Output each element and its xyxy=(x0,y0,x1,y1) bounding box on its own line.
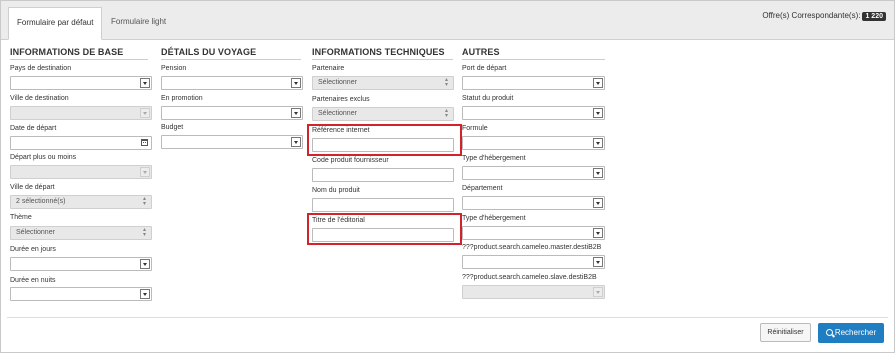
chevron-down-icon xyxy=(593,287,603,297)
slave-select[interactable] xyxy=(462,285,605,299)
type-heb1-label: Type d'hébergement xyxy=(462,155,526,162)
search-button-label: Rechercher xyxy=(834,328,877,337)
statut-label: Statut du produit xyxy=(462,95,514,102)
theme-multiselect[interactable]: Sélectionner ▴ ▾ xyxy=(10,226,152,240)
chevron-down-icon xyxy=(140,108,150,118)
nom-input[interactable] xyxy=(312,198,454,212)
ville-label: Ville de destination xyxy=(10,95,69,102)
type-heb2-label: Type d'hébergement xyxy=(462,215,526,222)
depart-plus-select[interactable] xyxy=(10,165,152,179)
highlight-titre xyxy=(307,213,462,245)
chevron-down-icon xyxy=(291,78,301,88)
theme-value: Sélectionner xyxy=(16,229,55,236)
section-title-voyage: DÉTAILS DU VOYAGE xyxy=(161,47,301,60)
code-label: Code produit fournisseur xyxy=(312,157,389,164)
offers-count: Offre(s) Correspondante(s): 1 220 xyxy=(762,11,886,21)
updown-icon: ▴ ▾ xyxy=(444,77,448,88)
code-input[interactable] xyxy=(312,168,454,182)
type-heb1-select[interactable] xyxy=(462,166,605,180)
partenaire-value: Sélectionner xyxy=(318,79,357,86)
date-label: Date de départ xyxy=(10,125,57,132)
offers-badge: 1 220 xyxy=(862,12,886,21)
chevron-down-icon xyxy=(291,108,301,118)
chevron-down-icon xyxy=(140,289,150,299)
reset-button[interactable]: Réinitialiser xyxy=(760,323,811,342)
updown-icon: ▴ ▾ xyxy=(142,227,146,238)
partenaires-exclus-label: Partenaires exclus xyxy=(312,96,370,103)
departement-select[interactable] xyxy=(462,196,605,210)
port-select[interactable] xyxy=(462,76,605,90)
chevron-down-icon xyxy=(593,257,603,267)
ville-depart-value: 2 sélectionné(s) xyxy=(16,198,66,205)
partenaires-exclus-value: Sélectionner xyxy=(318,110,357,117)
depart-plus-label: Départ plus ou moins xyxy=(10,154,77,161)
tab-formulaire-light[interactable]: Formulaire light xyxy=(103,7,174,38)
chevron-down-icon xyxy=(593,138,603,148)
duree-jours-select[interactable] xyxy=(10,257,152,271)
pension-select[interactable] xyxy=(161,76,303,90)
duree-nuits-label: Durée en nuits xyxy=(10,277,56,284)
search-icon xyxy=(825,329,833,336)
pays-select[interactable] xyxy=(10,76,152,90)
departement-label: Département xyxy=(462,185,503,192)
calendar-icon[interactable] xyxy=(141,139,148,146)
partenaire-multiselect[interactable]: Sélectionner ▴ ▾ xyxy=(312,76,454,90)
ville-depart-label: Ville de départ xyxy=(10,184,55,191)
theme-label: Thème xyxy=(10,214,32,221)
pays-label: Pays de destination xyxy=(10,65,72,72)
nom-label: Nom du produit xyxy=(312,187,360,194)
master-select[interactable] xyxy=(462,255,605,269)
section-title-autres: AUTRES xyxy=(462,47,605,60)
ville-select[interactable] xyxy=(10,106,152,120)
budget-label: Budget xyxy=(161,124,184,131)
search-button[interactable]: Rechercher xyxy=(818,323,884,343)
partenaire-label: Partenaire xyxy=(312,65,345,72)
chevron-down-icon xyxy=(291,137,301,147)
tab-formulaire-defaut[interactable]: Formulaire par défaut xyxy=(8,7,103,40)
chevron-down-icon xyxy=(593,108,603,118)
tab-bar: Formulaire par défaut Formulaire light O… xyxy=(1,1,894,40)
offers-label: Offre(s) Correspondante(s): xyxy=(762,11,861,20)
updown-icon: ▴ ▾ xyxy=(444,108,448,119)
section-title-base: INFORMATIONS DE BASE xyxy=(10,47,148,60)
chevron-down-icon xyxy=(593,168,603,178)
promotion-label: En promotion xyxy=(161,95,203,102)
partenaires-exclus-multiselect[interactable]: Sélectionner ▴ ▾ xyxy=(312,107,454,121)
chevron-down-icon xyxy=(140,259,150,269)
statut-select[interactable] xyxy=(462,106,605,120)
chevron-down-icon xyxy=(593,198,603,208)
formule-select[interactable] xyxy=(462,136,605,150)
section-title-tech: INFORMATIONS TECHNIQUES xyxy=(312,47,453,60)
chevron-down-icon xyxy=(593,228,603,238)
slave-label: ???product.search.cameleo.slave.destiB2B xyxy=(462,274,597,281)
date-input[interactable] xyxy=(10,136,152,150)
updown-icon: ▴ ▾ xyxy=(142,196,146,207)
master-label: ???product.search.cameleo.master.destiB2… xyxy=(462,244,602,251)
formule-label: Formule xyxy=(462,125,488,132)
search-form-panel: Formulaire par défaut Formulaire light O… xyxy=(0,0,895,353)
port-label: Port de départ xyxy=(462,65,507,72)
footer-divider xyxy=(7,317,888,318)
chevron-down-icon xyxy=(140,167,150,177)
chevron-down-icon xyxy=(593,78,603,88)
type-heb2-select[interactable] xyxy=(462,226,605,240)
chevron-down-icon xyxy=(140,78,150,88)
promotion-select[interactable] xyxy=(161,106,303,120)
highlight-reference xyxy=(307,124,462,156)
duree-jours-label: Durée en jours xyxy=(10,246,56,253)
ville-depart-multiselect[interactable]: 2 sélectionné(s) ▴ ▾ xyxy=(10,195,152,209)
pension-label: Pension xyxy=(161,65,187,72)
budget-select[interactable] xyxy=(161,135,303,149)
duree-nuits-select[interactable] xyxy=(10,287,152,301)
